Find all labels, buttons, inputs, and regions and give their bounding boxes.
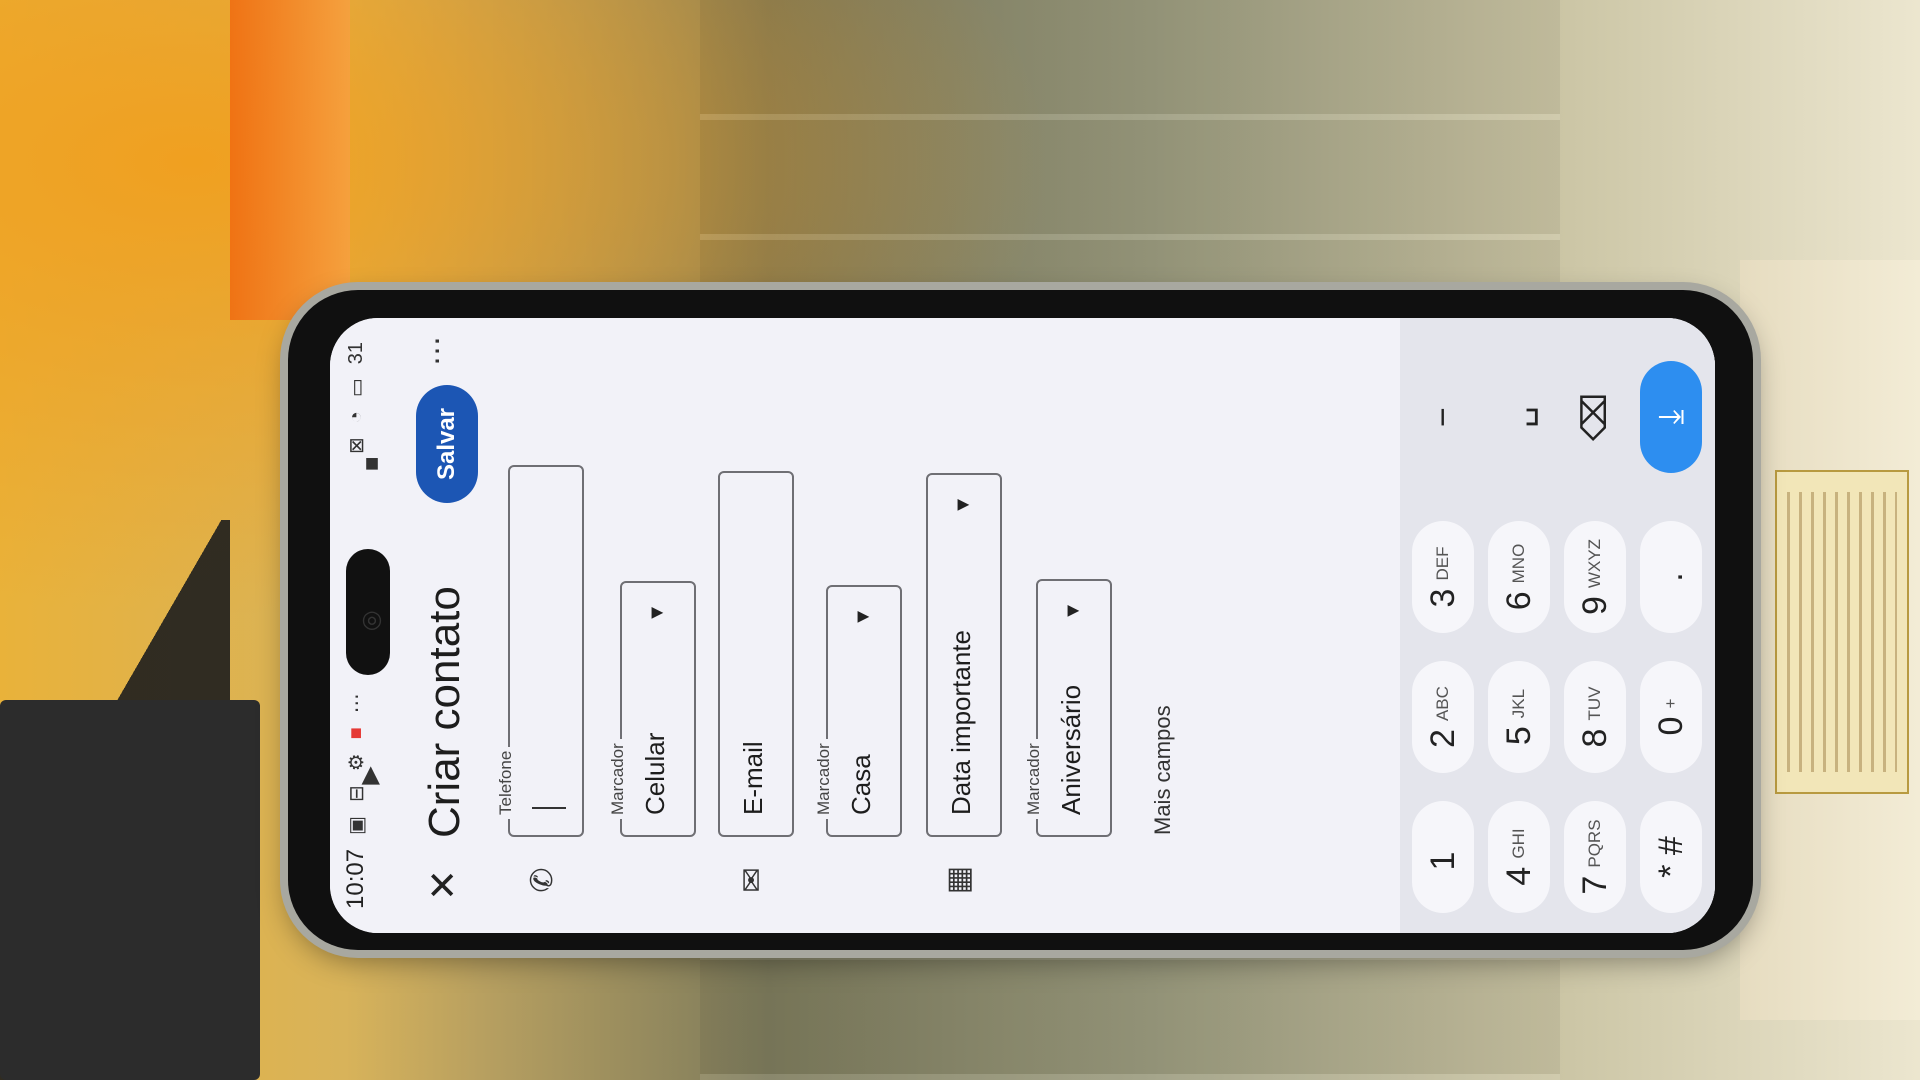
numeric-keyboard: 1 2 ABC 3 DEF − 4 GHI 5 JKL 6 MNO ␣ 7 PQRS 8 TU… <box>1400 318 1715 933</box>
app-bar: ✕ Criar contato Salvar ⋯ <box>390 318 502 933</box>
phone-type-value: Celular <box>640 732 670 815</box>
sim-icon: ▣ <box>345 816 368 835</box>
save-button[interactable]: Salvar <box>416 385 478 503</box>
key-2[interactable]: 2 ABC <box>1412 661 1474 773</box>
key-9[interactable]: 9 WXYZ <box>1564 521 1626 633</box>
create-contact-app: 10:07 ▣ ⊟ ⚙ ■ ⋯ ⊠ ◔ ▭ 31 ✕ Criar contato… <box>330 318 1715 933</box>
email-type-label: Marcador <box>814 739 834 819</box>
phone-screen: 10:07 ▣ ⊟ ⚙ ■ ⋯ ⊠ ◔ ▭ 31 ✕ Criar contato… <box>330 318 1715 933</box>
key-6[interactable]: 6 MNO <box>1488 521 1550 633</box>
key-7[interactable]: 7 PQRS <box>1564 801 1626 913</box>
calendar-icon: ▦ <box>942 865 975 895</box>
enter-key[interactable]: ⤓ <box>1640 361 1702 473</box>
background-warning-sticker <box>1775 470 1909 794</box>
recents-button[interactable]: ■ <box>365 450 380 478</box>
chevron-down-icon: ▼ <box>1062 601 1084 621</box>
key-5[interactable]: 5 JKL <box>1488 661 1550 773</box>
phone-icon: ✆ <box>526 867 559 893</box>
date-type-value: Aniversário <box>1056 684 1086 815</box>
key-3[interactable]: 3 DEF <box>1412 521 1474 633</box>
back-button[interactable]: ◀ <box>358 766 387 784</box>
home-button[interactable]: ◎ <box>362 605 383 634</box>
important-date-placeholder: Data importante <box>946 630 976 815</box>
phone-field-label: Telefone <box>496 746 516 819</box>
email-type-value: Casa <box>846 754 876 815</box>
more-options-button[interactable]: ⋯ <box>420 329 472 373</box>
email-field[interactable]: E-mail <box>718 471 794 837</box>
key-minus[interactable]: − <box>1412 361 1474 473</box>
key-8[interactable]: 8 TUV <box>1564 661 1626 773</box>
phone-field[interactable]: Telefone <box>496 465 584 837</box>
clock: 10:07 <box>342 848 369 909</box>
background-box <box>0 700 260 1080</box>
navigation-bar: ■ ◎ ◀ <box>352 450 392 790</box>
backspace-key[interactable]: ⌫ <box>1564 361 1626 473</box>
page-title: Criar contato <box>420 586 469 838</box>
phone-type-select[interactable]: Marcador Celular ▼ <box>608 581 696 837</box>
chevron-down-icon: ▼ <box>646 603 668 623</box>
important-date-select[interactable]: Data importante ▼ <box>926 473 1002 837</box>
key-4[interactable]: 4 GHI <box>1488 801 1550 913</box>
key-0[interactable]: 0 + <box>1640 661 1702 773</box>
chevron-down-icon: ▼ <box>952 495 974 515</box>
status-right: ⊠ ◔ ▭ 31 <box>344 342 369 454</box>
battery-icon: ▭ <box>345 378 368 398</box>
chevron-down-icon: ▼ <box>852 607 874 627</box>
key-dot[interactable]: . <box>1640 521 1702 633</box>
battery-level: 31 <box>344 342 367 365</box>
key-star-hash[interactable]: * # <box>1640 801 1702 913</box>
email-placeholder: E-mail <box>738 741 768 815</box>
date-type-label: Marcador <box>1024 739 1044 819</box>
wifi-icon: ◔ <box>344 411 367 424</box>
more-fields-button[interactable]: Mais campos <box>1150 705 1176 835</box>
date-type-select[interactable]: Marcador Aniversário ▼ <box>1024 579 1112 837</box>
text-cursor <box>532 807 566 809</box>
key-1[interactable]: 1 <box>1412 801 1474 913</box>
key-space[interactable]: ␣ <box>1488 361 1550 473</box>
background-orange-object <box>230 0 350 320</box>
email-type-select[interactable]: Marcador Casa ▼ <box>814 585 902 837</box>
phone-type-label: Marcador <box>608 739 628 819</box>
email-icon: ✉ <box>736 867 769 893</box>
close-button[interactable]: ✕ <box>414 855 474 915</box>
